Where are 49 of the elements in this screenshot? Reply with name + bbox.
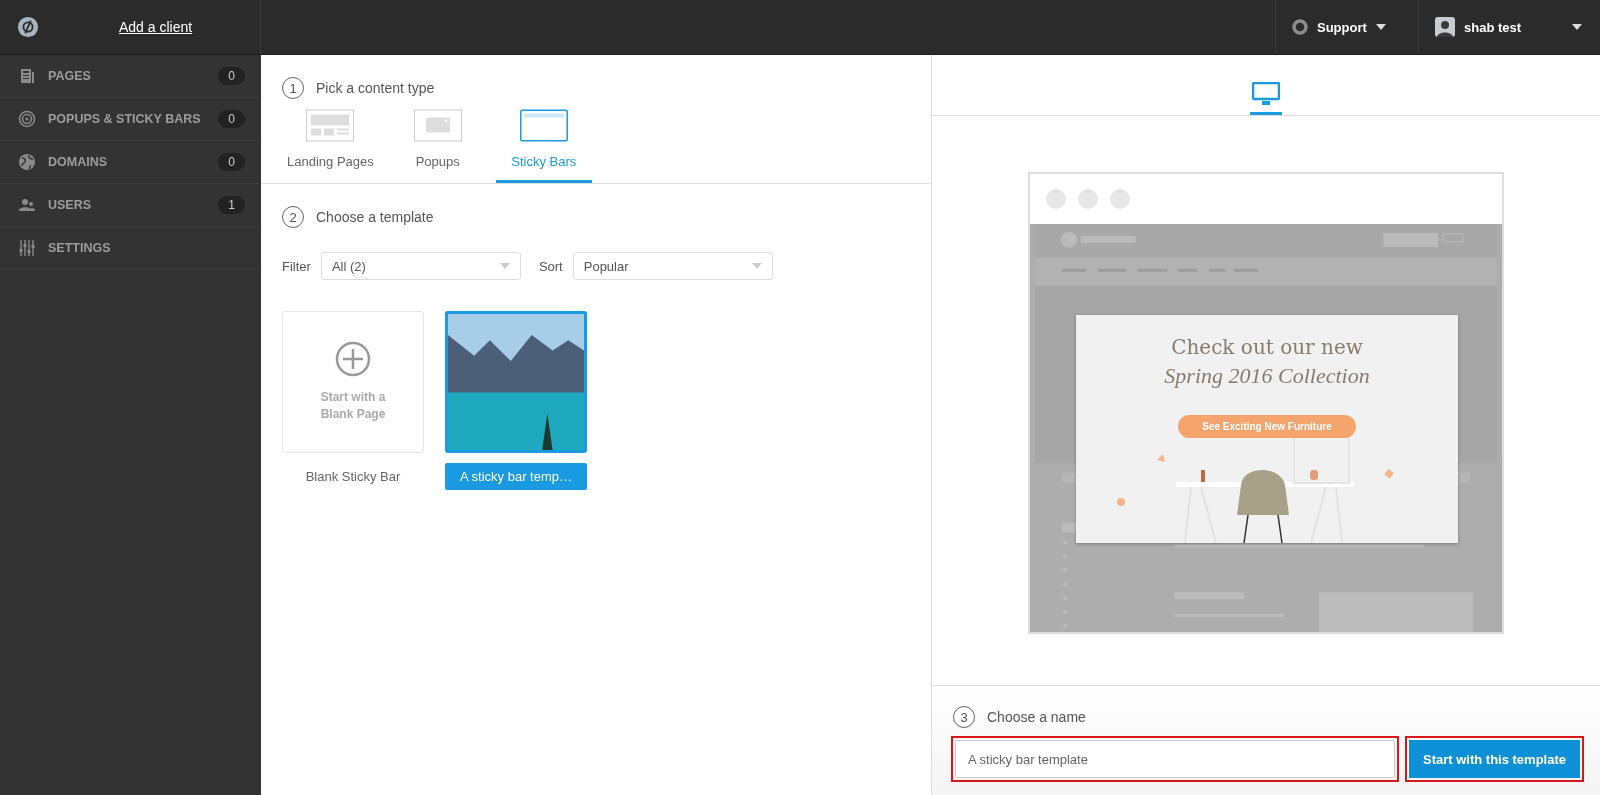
lifebuoy-icon bbox=[1292, 19, 1308, 35]
sliders-icon bbox=[18, 239, 36, 257]
caret-icon bbox=[499, 263, 510, 269]
landing-page-icon bbox=[306, 109, 355, 142]
sort-label: Sort bbox=[538, 258, 563, 274]
start-template-button[interactable]: Start with this template bbox=[1408, 740, 1580, 778]
popup-subheadline: Spring 2016 Collection bbox=[1164, 363, 1370, 389]
caret-icon bbox=[1572, 24, 1582, 30]
step-title: Choose a name bbox=[987, 709, 1086, 725]
count-badge: 0 bbox=[218, 67, 245, 85]
pages-icon bbox=[18, 67, 36, 85]
step-title: Pick a content type bbox=[316, 80, 435, 96]
content-type-tab[interactable]: Landing Pages bbox=[281, 109, 380, 183]
sidebar-item[interactable]: SETTINGS bbox=[0, 227, 261, 270]
step-title: Choose a template bbox=[316, 209, 434, 225]
sidebar-item[interactable]: PAGES 0 bbox=[0, 55, 261, 98]
sidebar-item[interactable]: POPUPS & STICKY BARS 0 bbox=[0, 98, 261, 141]
avatar-icon bbox=[1435, 17, 1455, 37]
window-dot bbox=[1110, 189, 1130, 209]
blank-page-caption: Start with a Blank Page bbox=[319, 389, 387, 423]
name-input-field[interactable]: A sticky bar template bbox=[951, 736, 1399, 782]
popup-headline: Check out our new bbox=[1171, 335, 1363, 359]
window-dot bbox=[1078, 189, 1098, 209]
logo-icon[interactable] bbox=[17, 16, 39, 38]
target-icon bbox=[18, 110, 36, 128]
sort-dropdown[interactable]: Popular bbox=[572, 252, 773, 280]
user-menu[interactable]: shab test bbox=[1418, 0, 1600, 54]
template-label: Blank Sticky Bar bbox=[305, 468, 401, 486]
content-type-tab[interactable]: Popups bbox=[389, 109, 486, 183]
caret-icon bbox=[751, 263, 762, 269]
window-dot bbox=[1046, 189, 1066, 209]
caret-icon bbox=[1375, 24, 1386, 30]
sidebar-item[interactable]: DOMAINS 0 bbox=[0, 141, 261, 184]
sticky-bar-icon bbox=[519, 109, 568, 142]
support-menu[interactable]: Support bbox=[1275, 0, 1418, 54]
count-badge: 0 bbox=[218, 110, 245, 128]
globe-icon bbox=[18, 153, 36, 171]
desktop-view-tab[interactable] bbox=[1250, 82, 1282, 115]
plus-circle-icon bbox=[335, 341, 371, 377]
template-label: A sticky bar temp… bbox=[445, 463, 587, 490]
filter-label: Filter bbox=[282, 258, 311, 274]
sidebar-item[interactable]: USERS 1 bbox=[0, 184, 261, 227]
count-badge: 0 bbox=[218, 153, 245, 171]
filter-dropdown[interactable]: All (2) bbox=[320, 252, 521, 280]
desktop-icon bbox=[1252, 82, 1280, 106]
add-client-link[interactable]: Add a client bbox=[119, 19, 193, 35]
count-badge: 1 bbox=[218, 196, 245, 214]
popup-icon bbox=[413, 109, 462, 142]
users-icon bbox=[18, 196, 36, 214]
